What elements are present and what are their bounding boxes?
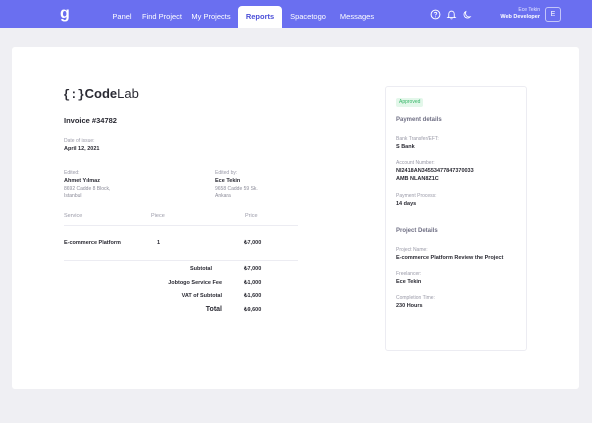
edited-address-line1: 8692 Cadde 8 Block, [64, 186, 111, 192]
nav-tab-spacetogo[interactable]: Spacetogo [287, 6, 329, 28]
account-number-label: Account Number: [396, 160, 435, 166]
row-price: ₺7,000 [244, 240, 262, 246]
status-badge: Approved [396, 98, 424, 107]
vat-label: VAT of Subtotal [181, 293, 222, 299]
completion-time-label: Completion Time: [396, 295, 435, 301]
service-fee-value: ₺1,000 [244, 280, 262, 286]
account-number-line2: AMB NLAN8Z1C [396, 176, 439, 182]
project-name-value: E-commerce Platform Review the Project [396, 255, 504, 261]
edited-name: Ahmet Yılmaz [64, 178, 100, 184]
invoice-details-panel [385, 86, 527, 351]
nav-tab-reports[interactable]: Reports [238, 6, 282, 28]
moon-icon[interactable] [462, 9, 473, 20]
user-role: Web Developer [500, 14, 540, 20]
nav-tab-my-projects[interactable]: My Projects [190, 6, 232, 28]
bank-name: S Bank [396, 144, 415, 150]
project-name-label: Project Name: [396, 247, 428, 253]
total-value: ₺9,600 [244, 307, 262, 313]
user-name: Ece Tekin [518, 7, 540, 13]
table-header-piece: Piece [151, 213, 165, 219]
avatar[interactable]: E [545, 7, 561, 22]
nav-tab-messages[interactable]: Messages [337, 6, 377, 28]
bell-icon[interactable] [446, 9, 457, 20]
project-details-title: Project Details [396, 228, 438, 234]
freelancer-value: Ece Tekin [396, 279, 422, 285]
company-logo: {:}CodeLab [63, 86, 139, 102]
edited-label: Edited: [64, 170, 80, 176]
freelancer-label: Freelancer: [396, 271, 422, 277]
account-number-line1: NI2418AN34553477847370033 [396, 168, 474, 174]
service-fee-label: Jobtogo Service Fee [168, 280, 222, 286]
edited-by-address-line1: 9658 Cadde 59 Sk. [215, 186, 258, 192]
edited-by-label: Edited by: [215, 170, 238, 176]
payment-process-value: 14 days [396, 201, 417, 207]
nav-tab-panel[interactable]: Panel [110, 6, 134, 28]
table-divider [64, 260, 298, 261]
total-label: Total [205, 306, 222, 313]
payment-process-label: Payment Process: [396, 193, 437, 199]
table-divider [64, 225, 298, 226]
help-circle-icon[interactable] [430, 9, 441, 20]
payment-details-title: Payment details [396, 117, 442, 123]
edited-by-name: Ece Tekin [215, 178, 241, 184]
table-header-service: Service [64, 213, 83, 219]
edited-address-line2: Istanbul [64, 193, 82, 199]
date-of-issue-value: April 12, 2021 [64, 146, 100, 152]
completion-time-value: 230 Hours [396, 303, 423, 309]
nav-tab-find-project[interactable]: Find Project [141, 6, 183, 28]
subtotal-label: Subtotal [190, 266, 212, 272]
table-header-price: Price [245, 213, 258, 219]
row-piece: 1 [157, 240, 161, 246]
bank-transfer-label: Bank Transfer/EFT: [396, 136, 439, 142]
invoice-title: Invoice #34782 [64, 116, 117, 125]
date-of-issue-label: Date of issue: [64, 138, 95, 144]
top-navigation-bar: g Panel Find Project My Projects Reports… [0, 0, 592, 28]
row-service: E-commerce Platform [64, 240, 121, 246]
edited-by-address-line2: Ankara [215, 193, 231, 199]
subtotal-value: ₺7,000 [244, 266, 262, 272]
app-logo[interactable]: g [60, 5, 74, 23]
vat-value: ₺1,600 [244, 293, 262, 299]
